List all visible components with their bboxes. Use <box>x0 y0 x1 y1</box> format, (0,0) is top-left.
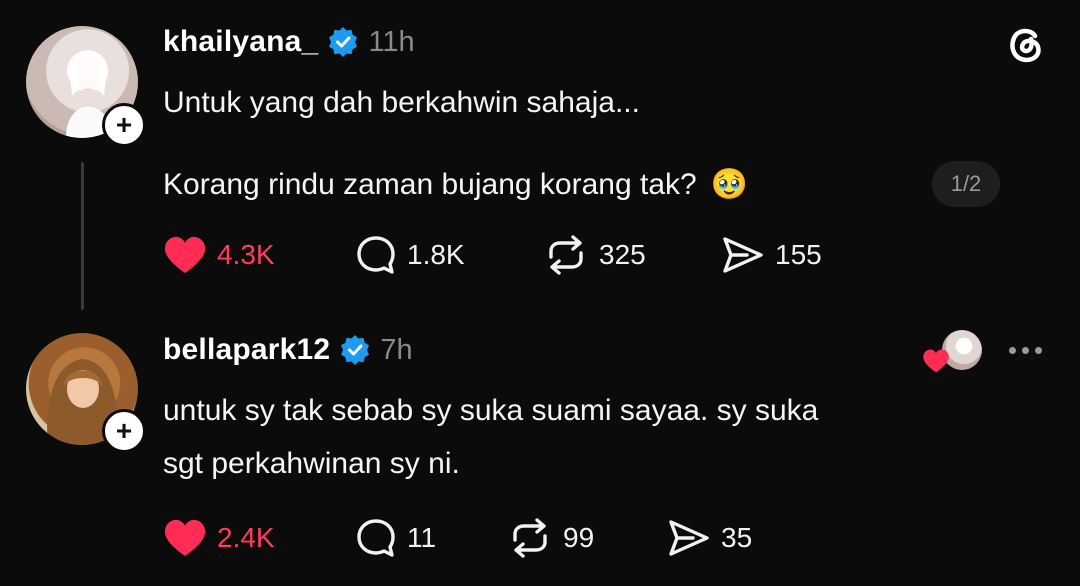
verified-icon <box>341 335 370 365</box>
share-icon <box>723 237 763 273</box>
heart-icon <box>923 349 949 373</box>
like-count: 2.4K <box>217 522 275 553</box>
like-button[interactable]: 4.3K <box>163 235 355 275</box>
reply-actions: 2.4K 11 99 35 <box>163 515 863 561</box>
reply-text-line-2: sgt perkahwinan sy ni. <box>163 447 460 480</box>
reply-header: bellapark12 7h <box>163 328 413 372</box>
threads-logo-icon[interactable] <box>1004 22 1048 66</box>
repost-icon <box>549 235 583 275</box>
reply-icon <box>357 236 395 274</box>
share-icon <box>669 520 709 556</box>
page-indicator[interactable]: 1/2 <box>932 161 1000 207</box>
author-liked-indicator <box>920 330 984 376</box>
post-header: khailyana_ 11h <box>163 20 415 64</box>
repost-count: 325 <box>599 239 646 270</box>
share-count: 155 <box>775 239 822 270</box>
username[interactable]: bellapark12 <box>163 333 330 367</box>
share-count: 35 <box>721 522 753 553</box>
like-count: 4.3K <box>217 239 275 270</box>
reply-count: 11 <box>407 522 437 553</box>
repost-button[interactable]: 325 <box>543 235 721 275</box>
verified-icon <box>329 27 358 57</box>
username[interactable]: khailyana_ <box>163 25 318 59</box>
timestamp: 11h <box>368 25 415 58</box>
reply-icon <box>357 519 395 557</box>
heart-icon <box>164 236 206 273</box>
reply-button[interactable]: 1.8K <box>355 234 543 276</box>
timestamp: 7h <box>380 333 413 366</box>
reply-text-line-1: untuk sy tak sebab sy suka suami sayaa. … <box>163 394 819 427</box>
reply-count: 1.8K <box>407 239 465 270</box>
heart-icon <box>164 519 206 556</box>
share-button[interactable]: 155 <box>721 235 822 275</box>
post-actions: 4.3K 1.8K 325 155 <box>163 232 863 278</box>
thread-line <box>81 162 84 310</box>
follow-button[interactable]: + <box>102 103 146 147</box>
more-button[interactable] <box>1006 344 1045 356</box>
like-button[interactable]: 2.4K <box>163 518 355 558</box>
plus-icon: + <box>115 415 133 446</box>
post-text: Korang rindu zaman bujang korang tak? <box>163 168 697 201</box>
more-icon <box>1006 346 1045 354</box>
reply-button[interactable]: 11 <box>355 517 507 559</box>
post-text-line-1: Untuk yang dah berkahwin sahaja... <box>163 86 640 119</box>
pleading-face-emoji: 🥹 <box>710 168 749 201</box>
repost-icon <box>513 518 547 558</box>
plus-icon: + <box>115 109 133 140</box>
repost-count: 99 <box>563 522 595 553</box>
repost-button[interactable]: 99 <box>507 518 667 558</box>
follow-button[interactable]: + <box>102 409 146 453</box>
share-button[interactable]: 35 <box>667 518 752 558</box>
post-text-line-2: Korang rindu zaman bujang korang tak? 🥹 <box>163 161 748 209</box>
